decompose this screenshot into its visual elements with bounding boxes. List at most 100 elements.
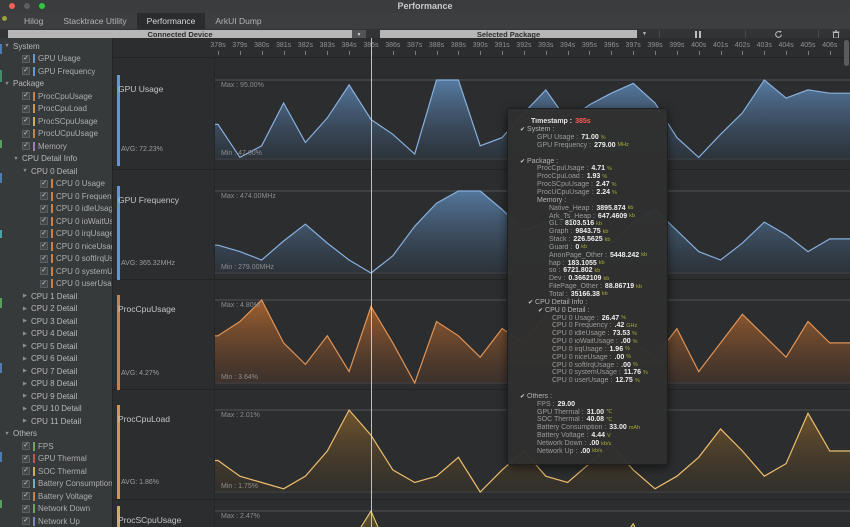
chevron-right-icon[interactable]: ▶ [22, 331, 28, 337]
tree-item-network-up[interactable]: ✓Network Up [0, 515, 112, 527]
checkbox[interactable]: ✓ [40, 192, 48, 200]
chevron-right-icon[interactable]: ▶ [22, 293, 28, 299]
tooltip-value: .00 [621, 362, 631, 369]
tooltip-label: CPU 0 Frequency : [552, 322, 612, 329]
tree-section-cpu-3-detail[interactable]: ▶CPU 3 Detail [0, 315, 112, 328]
chevron-right-icon[interactable]: ▶ [22, 343, 28, 349]
checkbox[interactable]: ✓ [40, 230, 48, 238]
time-cursor-line[interactable] [371, 38, 372, 527]
checkbox[interactable]: ✓ [22, 142, 30, 150]
checkbox[interactable]: ✓ [22, 492, 30, 500]
checkbox[interactable]: ✓ [22, 67, 30, 75]
checkbox[interactable]: ✓ [22, 442, 30, 450]
checkbox[interactable]: ✓ [22, 505, 30, 513]
tree-section-cpu-11-detail[interactable]: ▶CPU 11 Detail [0, 415, 112, 428]
tree-item-cpu-0-iowaitusage[interactable]: ✓CPU 0 ioWaitUsage [0, 215, 112, 228]
tree-item-network-down[interactable]: ✓Network Down [0, 503, 112, 516]
tree-item-proccpuusage[interactable]: ✓ ProcCpuUsage [0, 90, 112, 103]
chevron-right-icon[interactable]: ▶ [22, 306, 28, 312]
tree-section-cpu-6-detail[interactable]: ▶CPU 6 Detail [0, 353, 112, 366]
tree-item-cpu-0-systemusage[interactable]: ✓CPU 0 systemUsage [0, 265, 112, 278]
tree-section-cpu-0-detail[interactable]: ▼CPU 0 Detail [0, 165, 112, 178]
chart-title-gpu-frequency: GPU Frequency [118, 195, 179, 205]
tree-item-memory[interactable]: ✓Memory [0, 140, 112, 153]
tree-label: CPU 1 Detail [31, 292, 77, 301]
tab-stacktrace-utility[interactable]: Stacktrace Utility [53, 13, 136, 29]
checkbox[interactable]: ✓ [22, 105, 30, 113]
tree-item-cpu-0-idleusage[interactable]: ✓CPU 0 idleUsage [0, 203, 112, 216]
chevron-right-icon[interactable]: ▶ [22, 356, 28, 362]
tree-item-cpu-0-frequency[interactable]: ✓ CPU 0 Frequency [0, 190, 112, 203]
tab-performance[interactable]: Performance [137, 13, 206, 29]
checkbox[interactable]: ✓ [40, 180, 48, 188]
tooltip-unit: % [607, 166, 612, 172]
tab-hilog[interactable]: Hilog [14, 13, 53, 29]
tree-item-cpu-0-usage[interactable]: ✓CPU 0 Usage [0, 178, 112, 191]
tree-section-cpu-detail-info[interactable]: ▼CPU Detail Info [0, 153, 112, 166]
tree-section-cpu-4-detail[interactable]: ▶CPU 4 Detail [0, 328, 112, 341]
chevron-right-icon[interactable]: ▶ [22, 368, 28, 374]
tooltip-line-system: ✔System : [516, 126, 663, 134]
tree-section-cpu-8-detail[interactable]: ▶CPU 8 Detail [0, 378, 112, 391]
tree-section-cpu-10-detail[interactable]: ▶CPU 10 Detail [0, 403, 112, 416]
chevron-right-icon[interactable]: ▶ [22, 318, 28, 324]
tree-label: GPU Thermal [38, 454, 87, 463]
checkbox[interactable]: ✓ [40, 205, 48, 213]
checkbox[interactable]: ✓ [40, 217, 48, 225]
chevron-down-icon[interactable]: ▼ [13, 156, 19, 162]
tree-section-system[interactable]: ▼System [0, 40, 112, 53]
checkbox[interactable]: ✓ [40, 242, 48, 250]
tree-section-package[interactable]: ▼Package [0, 78, 112, 91]
vertical-scrollbar-thumb[interactable] [844, 40, 849, 66]
tree-item-cpu-0-niceusage[interactable]: ✓CPU 0 niceUsage [0, 240, 112, 253]
tree-item-cpu-0-irqusage[interactable]: ✓CPU 0 irqUsage [0, 228, 112, 241]
checkbox[interactable]: ✓ [40, 280, 48, 288]
tree-item-cpu-0-softirqusage[interactable]: ✓ CPU 0 softIrqUsage [0, 253, 112, 266]
tree-item-procscpuusage[interactable]: ✓ProcSCpuUsage [0, 115, 112, 128]
tree-item-cpu-0-userusage[interactable]: ✓CPU 0 userUsage [0, 278, 112, 291]
checkbox[interactable]: ✓ [22, 455, 30, 463]
tree-section-others[interactable]: ▼Others [0, 428, 112, 441]
checkbox[interactable]: ✓ [22, 117, 30, 125]
chevron-down-icon[interactable]: ▼ [4, 431, 10, 437]
tooltip-line-cpu-0-softirqusage: CPU 0 softIrqUsage :.00% [516, 361, 663, 369]
tree-section-cpu-7-detail[interactable]: ▶CPU 7 Detail [0, 365, 112, 378]
chevron-down-icon[interactable]: ▼ [4, 81, 10, 87]
tree-item-battery-consumption[interactable]: ✓Battery Consumption [0, 478, 112, 491]
tree-item-gpu-frequency[interactable]: ✓GPU Frequency [0, 65, 112, 78]
chevron-right-icon[interactable]: ▶ [22, 381, 28, 387]
tab-arkui-dump[interactable]: ArkUI Dump [205, 13, 271, 29]
tree-label: ProcCpuUsage [38, 92, 92, 101]
tree-section-cpu-5-detail[interactable]: ▶CPU 5 Detail [0, 340, 112, 353]
checkbox[interactable]: ✓ [22, 55, 30, 63]
checkbox[interactable]: ✓ [22, 92, 30, 100]
chevron-down-icon[interactable]: ▼ [4, 43, 10, 49]
checkbox[interactable]: ✓ [22, 130, 30, 138]
tree-item-proccpuload[interactable]: ✓ProcCpuLoad [0, 103, 112, 116]
checkbox[interactable]: ✓ [22, 517, 30, 525]
tree-label: CPU 0 Frequency [56, 192, 112, 201]
tree-item-procucpuusage[interactable]: ✓ProcUCpuUsage [0, 128, 112, 141]
tree-section-cpu-9-detail[interactable]: ▶CPU 9 Detail [0, 390, 112, 403]
checkbox[interactable]: ✓ [22, 467, 30, 475]
chevron-down-icon[interactable]: ▼ [22, 168, 28, 174]
tree-item-fps[interactable]: ✓FPS [0, 440, 112, 453]
chevron-right-icon[interactable]: ▶ [22, 418, 28, 424]
tree-item-gpu-usage[interactable]: ✓GPU Usage [0, 53, 112, 66]
tree-label: CPU 0 softIrqUsage [56, 254, 112, 263]
tree-item-battery-voltage[interactable]: ✓Battery Voltage [0, 490, 112, 503]
tree-section-cpu-1-detail[interactable]: ▶CPU 1 Detail [0, 290, 112, 303]
tooltip-line-cpu-0-systemusage: CPU 0 systemUsage :11.76% [516, 369, 663, 377]
checkbox[interactable]: ✓ [22, 480, 30, 488]
tree-section-cpu-2-detail[interactable]: ▶CPU 2 Detail [0, 303, 112, 316]
checkbox[interactable]: ✓ [40, 255, 48, 263]
tooltip-unit: % [633, 339, 638, 345]
tree-item-soc-thermal[interactable]: ✓SOC Thermal [0, 465, 112, 478]
chevron-right-icon[interactable]: ▶ [22, 393, 28, 399]
tree-item-gpu-thermal[interactable]: ✓ GPU Thermal [0, 453, 112, 466]
chevron-right-icon[interactable]: ▶ [22, 406, 28, 412]
checkbox[interactable]: ✓ [40, 267, 48, 275]
tooltip-line-gpu-frequency: GPU Frequency :279.00MHz [516, 142, 663, 150]
tree-label: CPU 3 Detail [31, 317, 77, 326]
selected-package-dropdown-arrow-icon[interactable]: ▼ [642, 31, 647, 37]
